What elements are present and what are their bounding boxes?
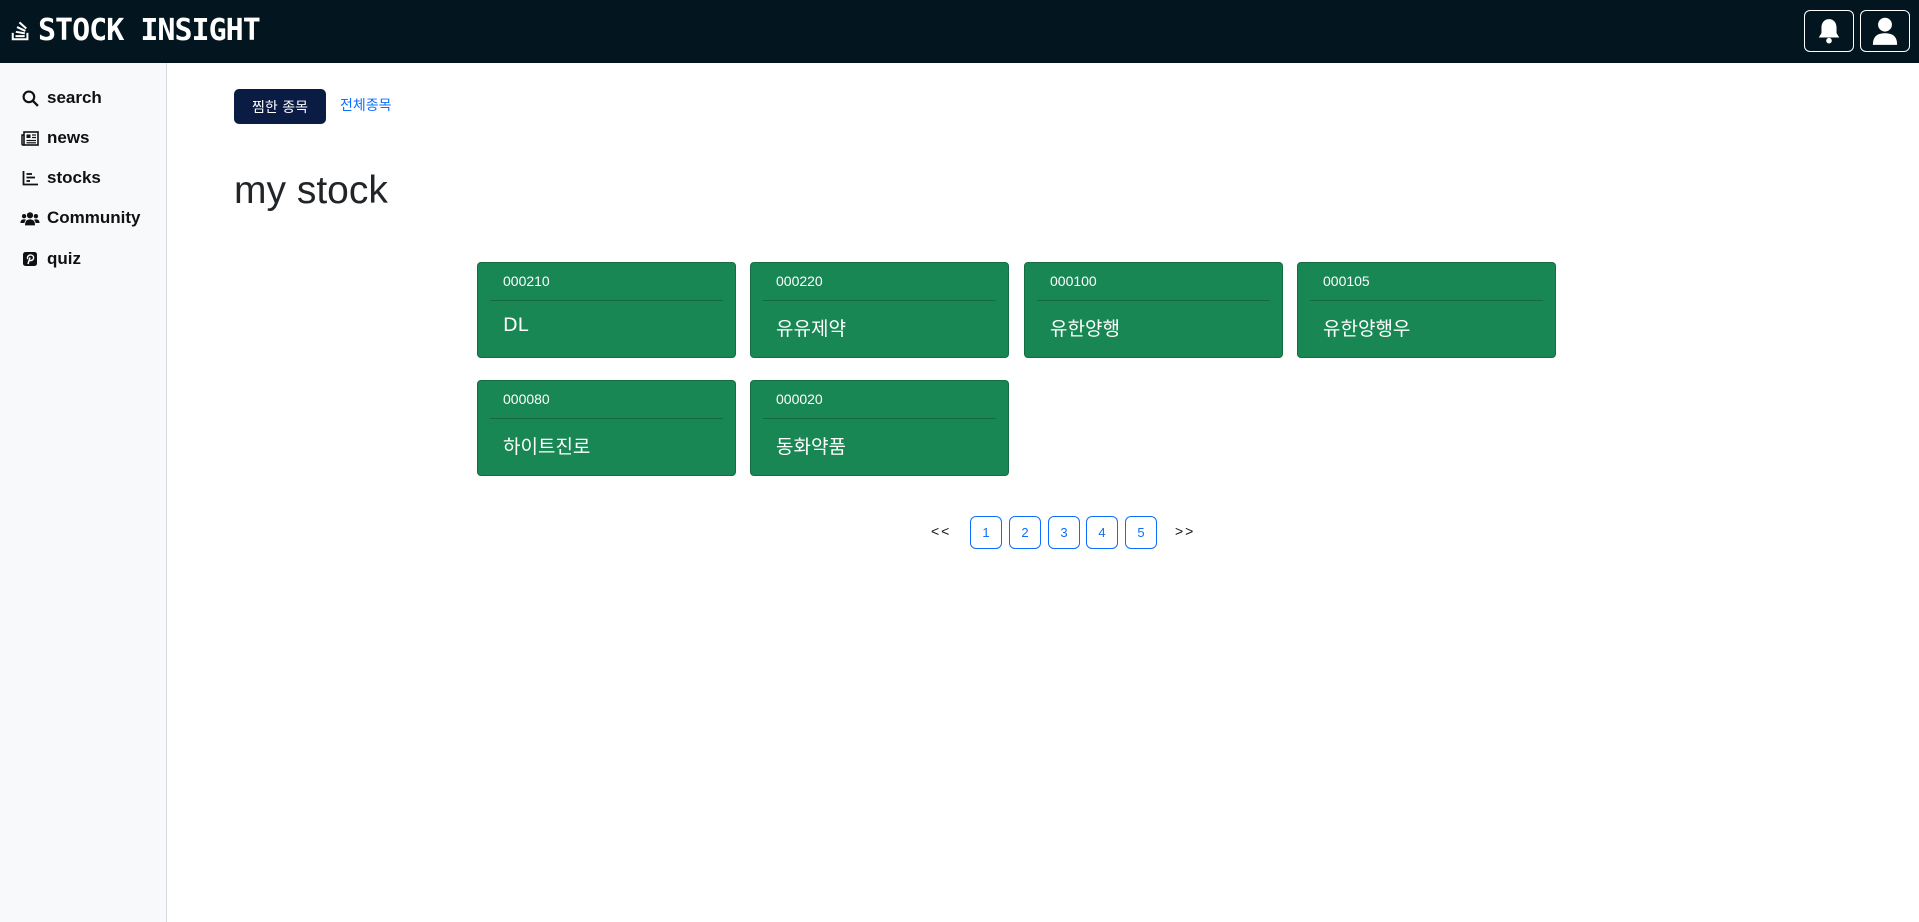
tab-all-stocks[interactable]: 전체종목 <box>340 96 392 116</box>
sidebar-item-label: quiz <box>47 249 81 268</box>
stock-code: 000210 <box>503 273 550 289</box>
sidebar-item-quiz[interactable]: quiz <box>20 247 81 271</box>
stock-name: DL <box>503 314 529 336</box>
stock-card[interactable]: 000100 유한양행 <box>1024 262 1283 358</box>
stock-code: 000220 <box>776 273 823 289</box>
stock-name: 유한양행우 <box>1323 318 1411 340</box>
stock-card[interactable]: 000080 하이트진로 <box>477 380 736 476</box>
stack-overflow-icon <box>11 21 29 41</box>
card-divider <box>763 418 996 419</box>
stock-name: 유한양행 <box>1050 318 1120 340</box>
sidebar-item-community[interactable]: Community <box>20 206 141 230</box>
sidebar-item-label: search <box>47 88 102 107</box>
stock-name: 하이트진로 <box>503 436 591 458</box>
stock-name: 동화약품 <box>776 436 846 458</box>
bell-icon <box>1818 19 1840 44</box>
sidebar: search news stocks Community quiz <box>0 63 167 922</box>
quiz-icon <box>20 250 40 268</box>
user-icon <box>1872 17 1898 45</box>
notifications-button[interactable] <box>1804 10 1854 52</box>
card-divider <box>490 418 723 419</box>
newspaper-icon <box>20 129 40 147</box>
tab-favorites[interactable]: 찜한 종목 <box>234 89 326 124</box>
sidebar-item-search[interactable]: search <box>20 86 102 110</box>
card-divider <box>1310 300 1543 301</box>
sidebar-item-label: news <box>47 128 90 147</box>
users-icon <box>20 209 40 227</box>
page-button-3[interactable]: 3 <box>1048 516 1080 549</box>
sidebar-item-stocks[interactable]: stocks <box>20 166 101 190</box>
card-divider <box>763 300 996 301</box>
search-icon <box>20 89 40 107</box>
stock-card[interactable]: 000105 유한양행우 <box>1297 262 1556 358</box>
stock-code: 000080 <box>503 391 550 407</box>
card-divider <box>1037 300 1270 301</box>
page-title: my stock <box>234 169 388 212</box>
page-button-4[interactable]: 4 <box>1086 516 1118 549</box>
top-navbar: STOCK INSIGHT <box>0 0 1919 63</box>
stock-card[interactable]: 000210 DL <box>477 262 736 358</box>
pagination-next[interactable]: >> <box>1175 523 1195 539</box>
stock-code: 000020 <box>776 391 823 407</box>
page-button-5[interactable]: 5 <box>1125 516 1157 549</box>
page-button-1[interactable]: 1 <box>970 516 1002 549</box>
brand-logo[interactable]: STOCK INSIGHT <box>10 13 261 49</box>
user-profile-button[interactable] <box>1860 10 1910 52</box>
card-divider <box>490 300 723 301</box>
stock-card[interactable]: 000220 유유제약 <box>750 262 1009 358</box>
chart-icon <box>20 169 40 187</box>
stock-card[interactable]: 000020 동화약품 <box>750 380 1009 476</box>
sidebar-item-label: stocks <box>47 168 101 187</box>
sidebar-item-label: Community <box>47 208 141 227</box>
page-button-2[interactable]: 2 <box>1009 516 1041 549</box>
stock-code: 000100 <box>1050 273 1097 289</box>
pagination-prev[interactable]: << <box>931 523 951 539</box>
sidebar-item-news[interactable]: news <box>20 126 90 150</box>
stock-name: 유유제약 <box>776 318 846 340</box>
stock-code: 000105 <box>1323 273 1370 289</box>
brand-name: STOCK INSIGHT <box>38 13 261 48</box>
